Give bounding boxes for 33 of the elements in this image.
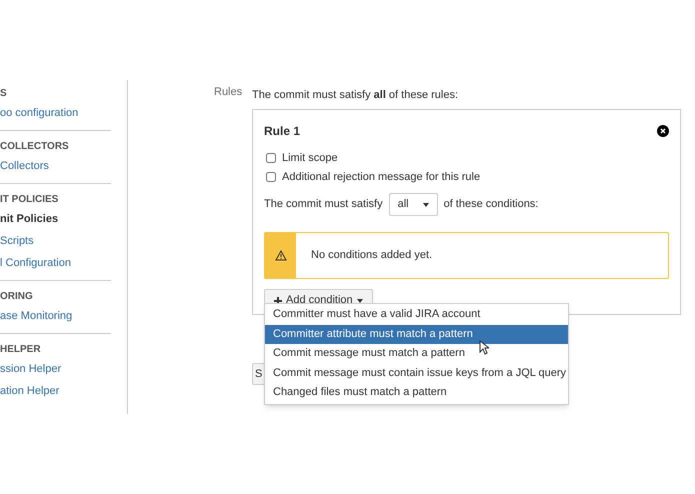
sidebar-heading: ORING <box>0 290 34 304</box>
sidebar-link[interactable]: ssion Helper <box>0 358 111 380</box>
warning-message: No conditions added yet. <box>264 232 669 279</box>
rules-intro: The commit must satisfy all of these rules: <box>252 88 458 100</box>
checkbox-label: Limit scope <box>282 151 338 166</box>
sidebar-link[interactable]: ase Monitoring <box>0 305 111 327</box>
sidebar-link[interactable]: oo configuration <box>0 102 111 124</box>
checkbox[interactable] <box>266 172 276 182</box>
sidebar-link[interactable]: l Configuration <box>0 252 111 274</box>
match-select[interactable]: all <box>388 193 438 216</box>
sidebar-link[interactable]: nit Policies <box>0 208 111 230</box>
sidebar-heading: COLLECTORS <box>0 140 70 154</box>
sidebar-heading: HELPER <box>0 343 42 357</box>
close-icon[interactable] <box>657 125 669 137</box>
sidebar-link[interactable]: ation Helper <box>0 380 111 402</box>
checkbox-label: Additional rejection message for this rule <box>282 170 480 184</box>
rule-title: Rule 1 <box>264 123 300 140</box>
warning-icon <box>274 250 286 261</box>
plus-icon <box>274 296 282 304</box>
sidebar-link[interactable]: Collectors <box>0 155 111 177</box>
checkbox[interactable] <box>266 153 276 164</box>
sidebar-link[interactable]: Scripts <box>0 230 111 252</box>
cursor-icon <box>479 340 489 355</box>
sidebar-heading: IT POLICIES <box>0 193 60 207</box>
condition-label: of these conditions: <box>444 197 538 212</box>
caret-icon <box>422 202 429 206</box>
menu-item[interactable]: Changed files must match a pattern <box>265 383 568 403</box>
field-label: Rules <box>214 85 242 100</box>
sidebar-heading: S <box>0 87 8 101</box>
condition-label: The commit must satisfy <box>264 197 383 212</box>
menu-item[interactable]: Commit message must match a pattern <box>265 344 568 364</box>
menu-item[interactable]: Committer attribute must match a pattern <box>265 324 568 344</box>
menu-item[interactable]: Commit message must contain issue keys from a JQL query <box>265 364 568 384</box>
